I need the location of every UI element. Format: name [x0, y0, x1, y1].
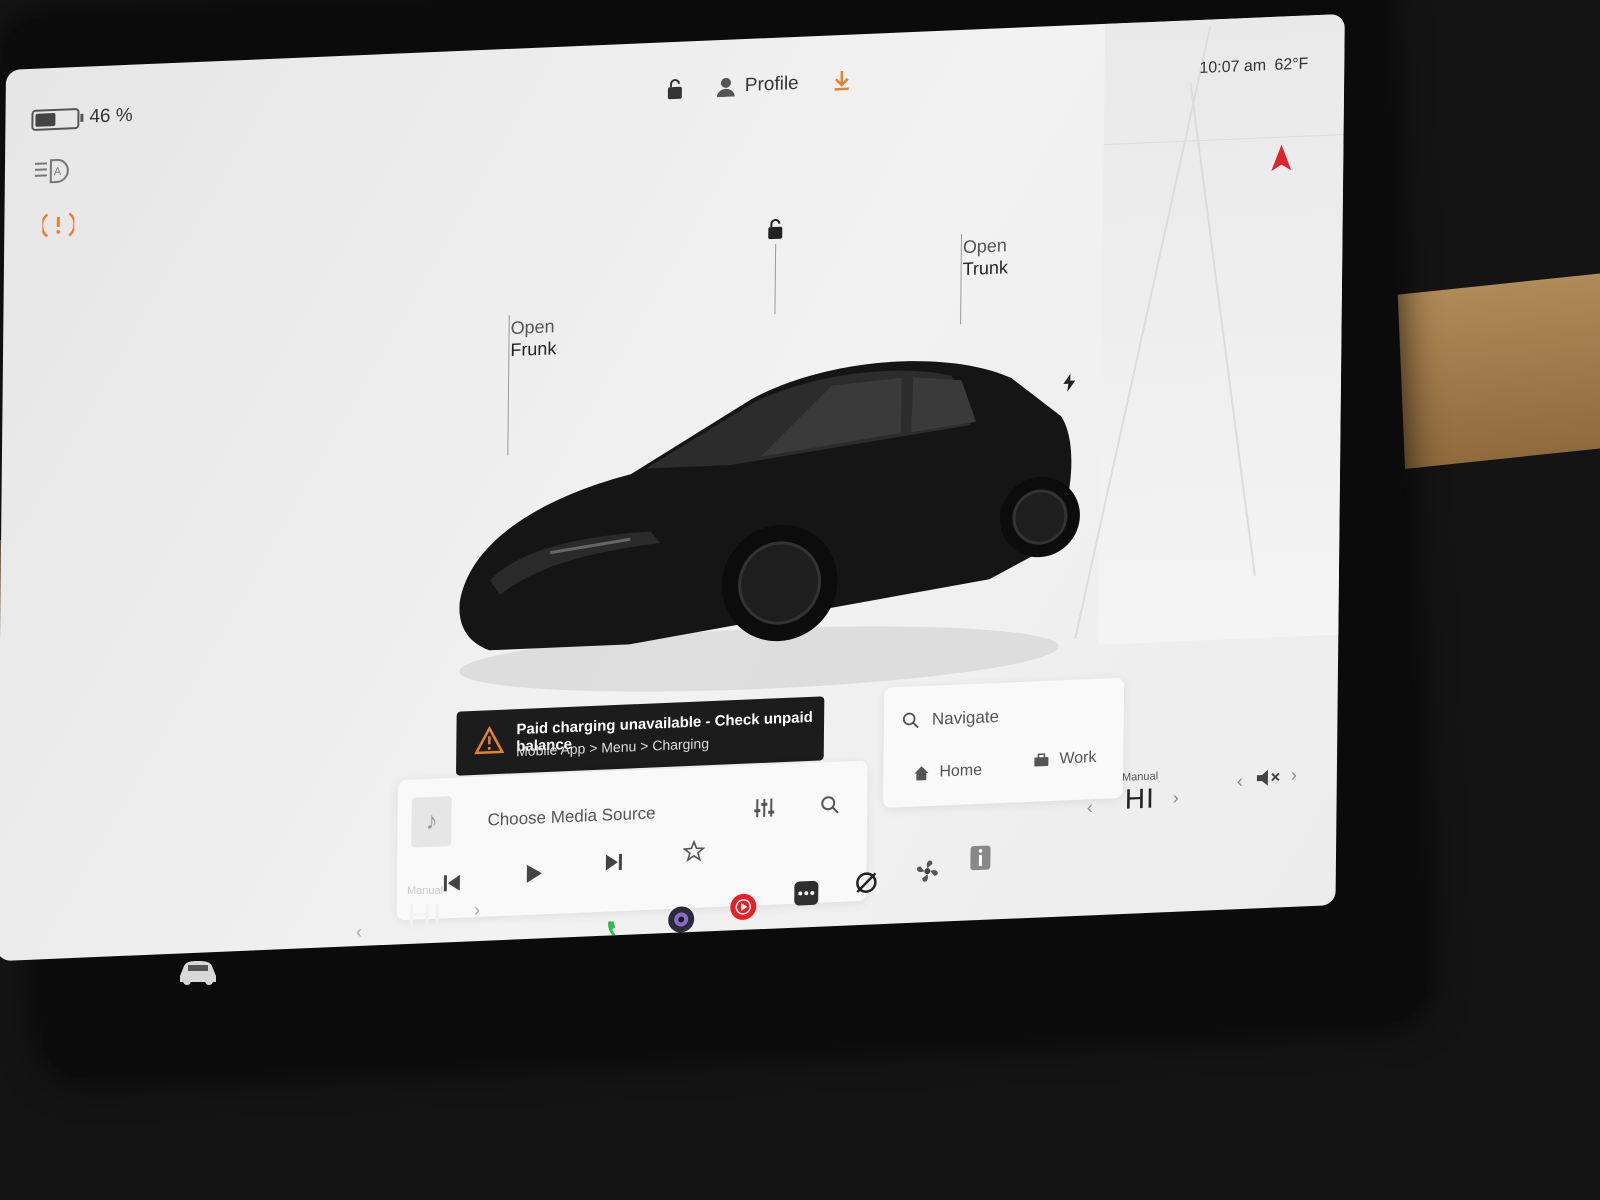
info-icon[interactable] — [968, 843, 992, 872]
youtube-music-icon[interactable] — [728, 891, 758, 922]
left-temperature-control[interactable]: Manual HI — [395, 885, 455, 936]
equalizer-icon[interactable] — [749, 792, 779, 823]
media-search-icon[interactable] — [815, 789, 845, 820]
profile-icon — [716, 77, 735, 98]
next-track-icon[interactable] — [599, 847, 629, 878]
navigation-card: Navigate Home Work — [883, 677, 1125, 808]
work-label: Work — [1059, 748, 1097, 768]
right-temperature-value: HI — [1124, 782, 1156, 815]
right-temp-down-arrow[interactable]: ‹ — [1087, 797, 1093, 818]
right-temperature-control[interactable]: Manual HI — [1115, 770, 1165, 816]
search-icon — [902, 712, 919, 729]
svg-text:A: A — [54, 166, 62, 178]
home-shortcut[interactable]: Home — [913, 762, 982, 783]
profile-label: Profile — [744, 72, 799, 97]
battery-percent: 46 % — [89, 104, 133, 128]
tire-pressure-warning-icon[interactable] — [40, 209, 76, 245]
favorite-star-icon[interactable] — [679, 835, 709, 866]
car-lock-icon[interactable] — [765, 217, 785, 245]
map-view[interactable] — [1074, 13, 1345, 645]
clock: 10:07 am — [1199, 57, 1267, 78]
volume-down-arrow[interactable]: ‹ — [1237, 771, 1243, 792]
camera-icon[interactable] — [666, 904, 696, 935]
more-apps-icon[interactable] — [792, 879, 820, 908]
left-temp-down-arrow[interactable]: ‹ — [356, 922, 362, 943]
play-icon[interactable] — [519, 858, 549, 889]
lock-icon[interactable] — [665, 78, 685, 106]
outside-temperature: 62°F — [1274, 55, 1309, 74]
car-model-illustration — [459, 361, 1080, 692]
right-temp-up-arrow[interactable]: › — [1173, 788, 1179, 809]
briefcase-icon — [1034, 753, 1049, 767]
profile-button[interactable]: Profile — [716, 72, 799, 98]
touchscreen: 46 % Profile 10:07 am 62°F A Open Frunk … — [0, 13, 1345, 962]
media-source-selector[interactable]: Choose Media Source — [487, 803, 655, 830]
headlight-auto-icon[interactable]: A — [33, 157, 71, 190]
open-trunk-button[interactable]: Open Trunk — [963, 234, 1009, 280]
trunk-label-line1: Open — [962, 235, 1007, 258]
volume-muted-icon[interactable] — [1255, 767, 1281, 793]
dashboard-wood-trim — [1380, 273, 1600, 472]
left-climate-mode: Manual — [406, 885, 444, 897]
fan-icon[interactable] — [912, 855, 942, 886]
bluetooth-off-icon[interactable] — [852, 868, 880, 897]
battery-status[interactable]: 46 % — [31, 104, 133, 131]
right-climate-mode: Manual — [1121, 770, 1159, 784]
home-label: Home — [939, 761, 983, 781]
work-shortcut[interactable]: Work — [1033, 749, 1096, 770]
battery-icon — [31, 107, 84, 131]
music-note-icon: ♪ — [425, 807, 438, 836]
warning-icon — [474, 725, 505, 755]
car-icon[interactable] — [176, 956, 220, 991]
navigate-search[interactable]: Navigate — [902, 707, 999, 731]
nav-arrow-icon[interactable] — [1271, 144, 1292, 176]
navigate-label: Navigate — [931, 706, 1000, 729]
album-art: ♪ — [411, 795, 452, 848]
left-temp-up-arrow[interactable]: › — [474, 900, 480, 921]
home-icon — [914, 766, 929, 781]
download-icon[interactable] — [833, 69, 851, 97]
trunk-label-line2: Trunk — [962, 257, 1009, 280]
left-temperature-value: HI — [407, 897, 443, 935]
frunk-label-line1: Open — [510, 316, 555, 339]
volume-up-arrow[interactable]: › — [1291, 765, 1297, 786]
